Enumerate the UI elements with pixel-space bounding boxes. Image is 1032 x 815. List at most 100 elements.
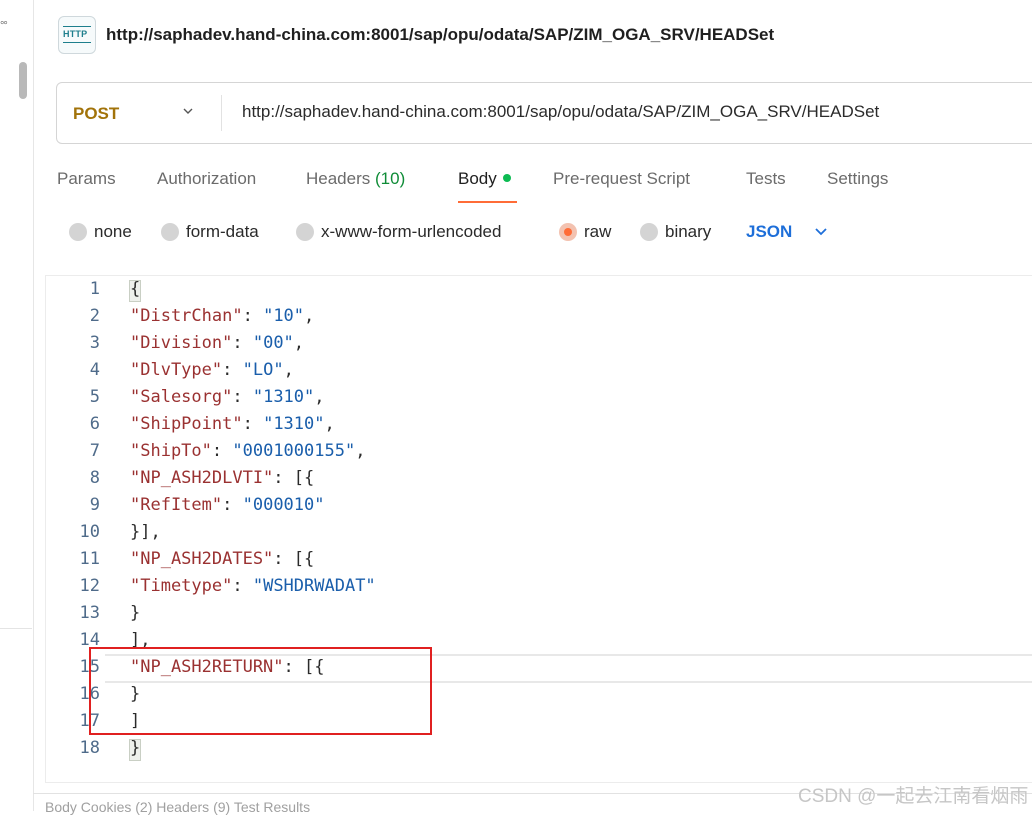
code-line[interactable]: }], [130,522,161,542]
json-string: "0001000155" [232,441,356,461]
line-number: 5 [89,387,100,407]
code-line[interactable]: "DlvType": "LO", [130,360,294,380]
tab-label: Tests [746,169,786,188]
code-line[interactable]: "ShipTo": "0001000155", [130,441,365,461]
json-punctuation: : [{ [273,549,315,569]
json-string: "1310" [252,387,315,407]
editor-border [45,275,1032,276]
code-line[interactable]: "DistrChan": "10", [130,306,314,326]
chevron-down-icon[interactable] [814,226,828,238]
json-key: "ShipTo" [130,441,212,461]
json-punctuation: }], [130,522,161,542]
json-punctuation: : [222,360,243,380]
json-punctuation: , [283,360,294,380]
radio-label[interactable]: none [94,222,132,242]
json-string: "00" [252,333,294,353]
headers-count: (10) [375,169,406,188]
json-punctuation: : [232,387,253,407]
line-number: 12 [79,576,100,596]
json-key: "DistrChan" [130,306,243,326]
tab-tests[interactable]: Tests [746,169,786,189]
radio-raw[interactable] [559,223,577,241]
json-string: "000010" [242,495,325,515]
code-line[interactable]: "Salesorg": "1310", [130,387,325,407]
json-punctuation: , [314,387,325,407]
line-number: 3 [89,333,100,353]
radio-label[interactable]: raw [584,222,611,242]
tab-label: Authorization [157,169,257,188]
line-number: 2 [89,306,100,326]
tab-settings[interactable]: Settings [827,169,888,189]
line-number: 10 [79,522,100,542]
line-number: 11 [79,549,100,569]
json-punctuation: { [130,279,141,299]
editor-border [45,275,46,783]
json-key: "Division" [130,333,233,353]
line-number: 18 [79,738,100,758]
json-string: "1310" [263,414,325,434]
json-key: "DlvType" [130,360,223,380]
tab-headers[interactable]: Headers (10) [306,169,405,189]
radio-label[interactable]: form-data [186,222,259,242]
json-punctuation: , [293,333,305,353]
tab-label: Body [458,169,497,188]
json-key: "NP_ASH2DATES" [130,549,274,569]
json-punctuation: , [304,306,315,326]
json-string: "WSHDRWADAT" [252,576,376,596]
tab-label: Params [57,169,116,188]
tab-params[interactable]: Params [57,169,116,189]
response-tabs[interactable]: Body Cookies (2) Headers (9) Test Result… [45,799,310,815]
divider [221,95,222,131]
tab-label: Headers [306,169,371,188]
line-number: 4 [89,360,100,380]
json-punctuation: : [232,576,253,596]
code-line[interactable]: "Timetype": "WSHDRWADAT" [130,576,376,596]
tab-body[interactable]: Body [458,169,511,189]
radio-label[interactable]: x-www-form-urlencoded [321,222,501,242]
json-key: "Timetype" [130,576,233,596]
json-punctuation: : [242,306,264,326]
json-punctuation: : [222,495,243,515]
http-icon-label: HTTP [63,29,88,39]
http-request-icon: HTTP [58,16,96,54]
chevron-down-icon[interactable] [183,106,193,116]
code-line[interactable]: "NP_ASH2DATES": [{ [130,549,314,569]
more-icon[interactable]: °° [0,20,8,32]
url-input[interactable]: http://saphadev.hand-china.com:8001/sap/… [242,102,879,122]
json-punctuation: , [324,414,335,434]
tab-pre-request-script[interactable]: Pre-request Script [553,169,690,189]
tab-label: Settings [827,169,889,188]
line-number: 9 [89,495,100,515]
radio-label[interactable]: binary [665,222,711,242]
line-number: 8 [89,468,100,488]
json-punctuation: : [242,414,264,434]
active-dot-icon [502,174,511,182]
watermark: CSDN @一起去江南看烟雨 [798,786,1029,807]
code-line[interactable]: "Division": "00", [130,333,304,353]
json-punctuation: : [232,333,253,353]
line-number: 7 [89,441,100,461]
request-title[interactable]: http://saphadev.hand-china.com:8001/sap/… [106,25,774,45]
json-key: "NP_ASH2DLVTI" [130,468,274,488]
left-sidebar-strip [0,0,34,811]
code-line[interactable]: } [130,603,140,623]
tab-authorization[interactable]: Authorization [157,169,256,189]
json-key: "RefItem" [130,495,223,515]
code-line[interactable]: "RefItem": "000010" [130,495,325,515]
json-punctuation: , [355,441,366,461]
code-line[interactable]: "ShipPoint": "1310", [130,414,335,434]
tab-label: Pre-request Script [553,169,690,188]
radio-form-data[interactable] [161,223,179,241]
radio-binary[interactable] [640,223,658,241]
radio-none[interactable] [69,223,87,241]
sidebar-scrollbar[interactable] [19,62,27,99]
radio-x-www-form-urlencoded[interactable] [296,223,314,241]
active-tab-indicator [458,201,517,203]
format-select[interactable]: JSON [746,222,792,242]
json-punctuation: } [130,603,141,623]
code-line[interactable]: } [130,738,140,758]
code-line[interactable]: "NP_ASH2DLVTI": [{ [130,468,314,488]
method-select[interactable]: POST [73,104,119,124]
code-line[interactable]: { [130,279,140,299]
json-string: "10" [263,306,305,326]
